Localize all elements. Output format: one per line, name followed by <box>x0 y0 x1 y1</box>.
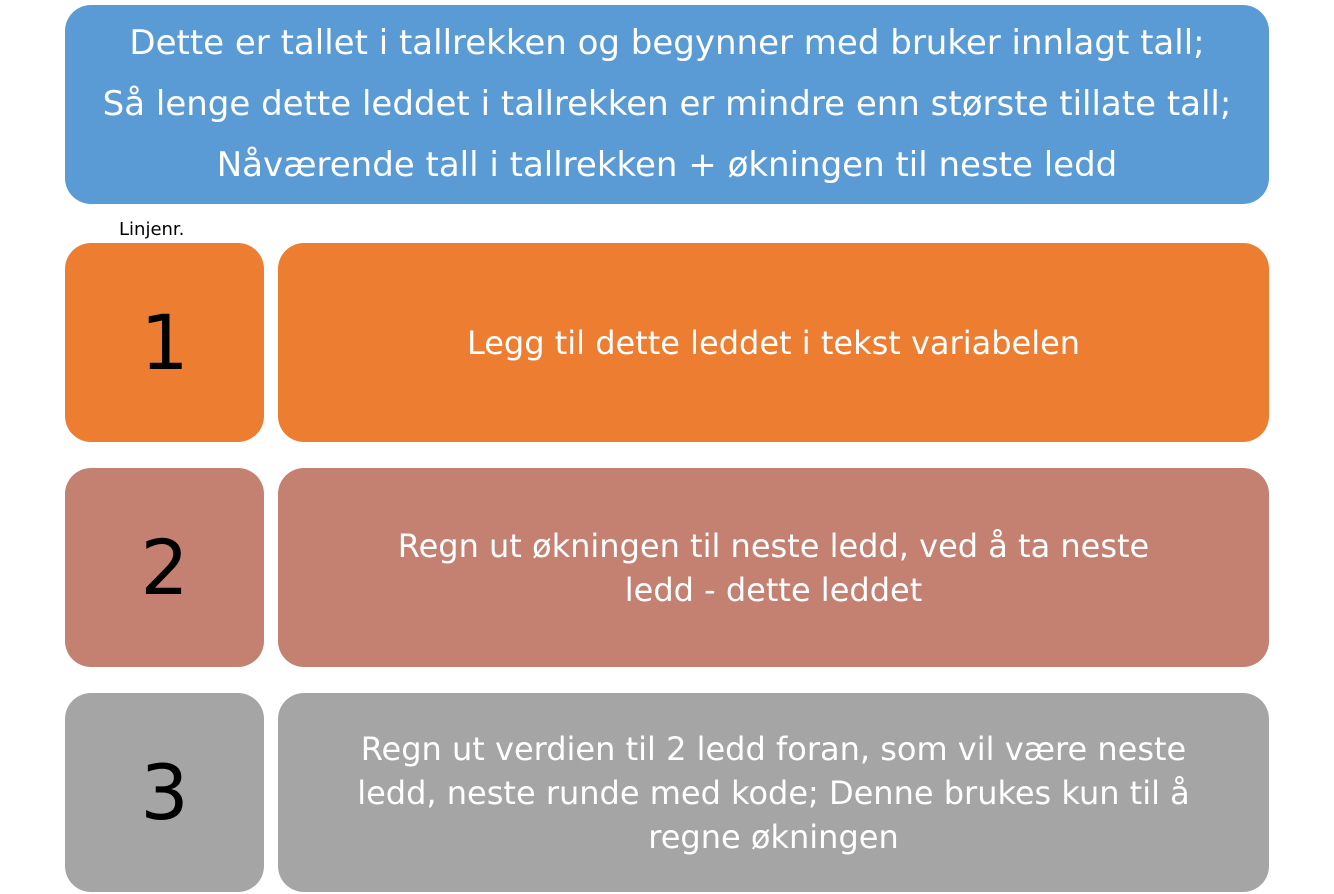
header-line-3: Nåværende tall i tallrekken + økningen t… <box>216 145 1118 185</box>
loop-header-box: Dette er tallet i tallrekken og begynner… <box>65 5 1269 204</box>
line-number-2: 2 <box>65 468 264 667</box>
step-1-box: Legg til dette leddet i tekst variabelen <box>278 243 1269 442</box>
line-number-3: 3 <box>65 693 264 892</box>
line-number-1: 1 <box>65 243 264 442</box>
line-number-3-text: 3 <box>140 748 189 837</box>
line-number-label: Linjenr. <box>119 219 185 240</box>
step-3-box: Regn ut verdien til 2 ledd foran, som vi… <box>278 693 1269 892</box>
line-number-2-text: 2 <box>140 523 189 612</box>
line-number-1-text: 1 <box>140 298 189 387</box>
step-1-text: Legg til dette leddet i tekst variabelen <box>466 323 1081 362</box>
header-line-1: Dette er tallet i tallrekken og begynner… <box>129 23 1205 63</box>
header-line-2: Så lenge dette leddet i tallrekken er mi… <box>102 84 1232 124</box>
step-2-text: Regn ut økningen til neste ledd, ved å t… <box>397 526 1150 609</box>
step-3-text: Regn ut verdien til 2 ledd foran, som vi… <box>357 729 1190 856</box>
step-2-box: Regn ut økningen til neste ledd, ved å t… <box>278 468 1269 667</box>
